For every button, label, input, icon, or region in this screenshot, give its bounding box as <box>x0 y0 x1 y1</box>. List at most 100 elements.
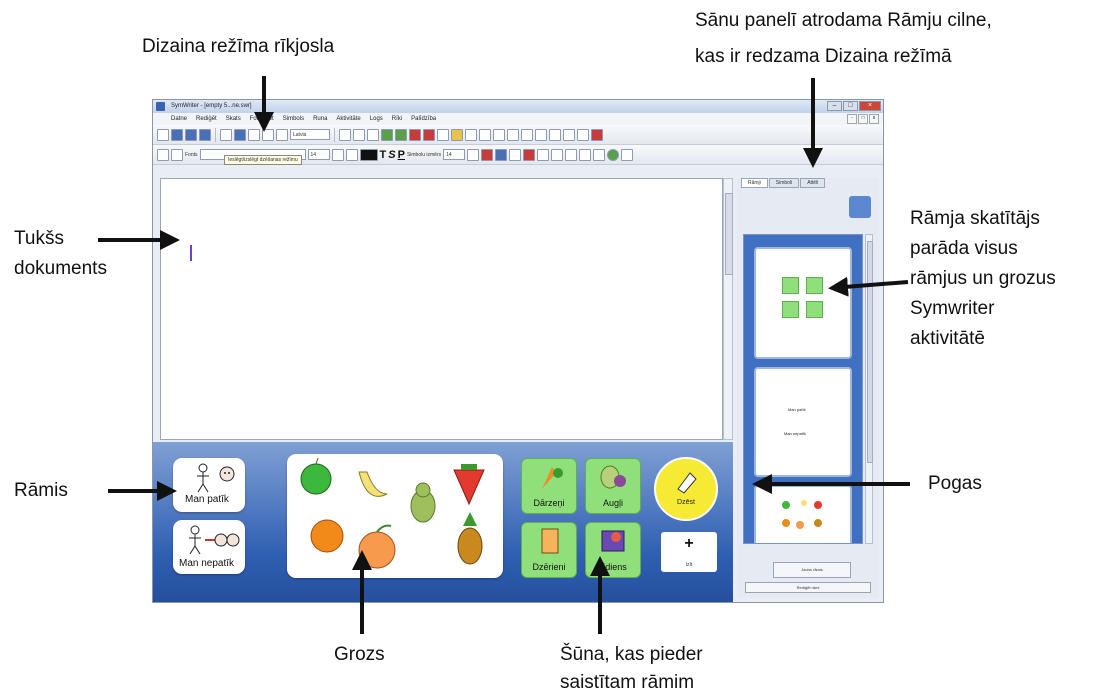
align-right-icon[interactable] <box>367 128 379 141</box>
window-title: SymWriter - [empty 5...ne.swr] <box>171 103 252 109</box>
drinks-icon <box>541 528 559 554</box>
font-size-combo[interactable]: 14 <box>307 149 330 160</box>
cell-icon[interactable] <box>437 128 449 141</box>
split-icon[interactable] <box>521 128 533 141</box>
frame-add-icon[interactable] <box>423 128 435 141</box>
layout-icon[interactable] <box>563 128 575 141</box>
save-icon[interactable] <box>185 128 197 141</box>
properties-icon[interactable] <box>535 128 547 141</box>
undo-icon[interactable] <box>262 128 274 141</box>
underline-icon[interactable]: P <box>398 149 405 161</box>
text-height-icon[interactable] <box>345 148 358 161</box>
copy-icon[interactable] <box>234 128 246 141</box>
print-icon[interactable] <box>199 128 211 141</box>
add-button[interactable]: + Izīt <box>661 532 717 572</box>
menu-activity[interactable]: Aktivitāte <box>336 113 360 125</box>
frame-thumbnail-grid[interactable] <box>754 485 852 543</box>
food-button[interactable]: Ēdiens <box>585 522 641 578</box>
symbol-picture-icon[interactable] <box>495 148 508 161</box>
symbol-color-icon[interactable] <box>523 148 536 161</box>
delete-round-button[interactable]: Dzēst <box>654 457 718 521</box>
menu-edit[interactable]: Rediģēt <box>196 113 217 125</box>
picture-icon[interactable] <box>381 128 393 141</box>
back-arrow-icon[interactable] <box>579 148 592 161</box>
page-icon[interactable] <box>593 148 606 161</box>
new-frame-button[interactable]: Jauns rāmis <box>773 562 851 578</box>
vegetables-button[interactable]: Dārzeņi <box>521 458 577 514</box>
tab-stop-icon[interactable] <box>565 148 578 161</box>
doc-close-icon[interactable]: x <box>869 114 879 124</box>
tab-frames[interactable]: Rāmji <box>741 178 768 188</box>
table-icon[interactable] <box>465 128 477 141</box>
fruits-button[interactable]: Augļi <box>585 458 641 514</box>
delete-round-button-label: Dzēst <box>677 499 695 506</box>
frame-viewer-scrollbar[interactable] <box>865 234 873 544</box>
symbol-person-icon[interactable] <box>537 148 550 161</box>
frame-thumbnail-phrases[interactable]: Man patīk Man nepatīk <box>754 367 852 477</box>
align-left-icon[interactable] <box>339 128 351 141</box>
tab-images[interactable]: Attēli <box>800 178 826 188</box>
doc-restore-icon[interactable]: □ <box>858 114 868 124</box>
frame-viewer: Man patīk Man nepatīk <box>743 234 863 544</box>
menu-symbol[interactable]: Simbols <box>283 113 304 125</box>
doc-minimize-icon[interactable]: - <box>847 114 857 124</box>
menu-window[interactable]: Logs <box>370 113 383 125</box>
cut-icon[interactable] <box>220 128 232 141</box>
cell-annotation-line2: saistītam rāmim <box>560 672 695 693</box>
insert-column-icon[interactable] <box>493 128 505 141</box>
symbol-grow-icon[interactable] <box>467 148 480 161</box>
link-icon[interactable] <box>549 128 561 141</box>
paste-icon[interactable] <box>248 128 260 141</box>
symbol-swap-icon[interactable] <box>509 148 522 161</box>
cursor-icon[interactable] <box>621 148 634 161</box>
menu-speech[interactable]: Runa <box>313 113 327 125</box>
eraser-icon <box>677 472 697 494</box>
merge-icon[interactable] <box>507 128 519 141</box>
menu-file[interactable]: Datne <box>171 113 187 125</box>
drinks-button-label: Dzērieni <box>532 562 566 572</box>
style-combo[interactable]: Latvia <box>290 129 330 140</box>
play-icon[interactable] <box>607 148 620 161</box>
maximize-icon[interactable]: □ <box>843 101 858 111</box>
document-scrollbar[interactable] <box>723 178 733 440</box>
italic-icon[interactable]: S <box>388 149 395 161</box>
menu-format[interactable]: Formatēt <box>250 113 274 125</box>
symbol-face-icon[interactable] <box>551 148 564 161</box>
menu-tools[interactable]: Rīki <box>392 113 402 125</box>
fruit-grid <box>300 457 485 569</box>
frame-thumbnail-buttons[interactable] <box>754 247 852 359</box>
redo-icon[interactable] <box>276 128 288 141</box>
food-icon <box>601 530 625 552</box>
frame-download-icon[interactable] <box>849 196 871 218</box>
wordlist-icon[interactable] <box>451 128 463 141</box>
menu-view[interactable]: Skats <box>226 113 241 125</box>
close-icon[interactable]: × <box>859 101 881 111</box>
font-grow-icon[interactable] <box>331 148 344 161</box>
bold-icon[interactable]: T <box>380 149 387 161</box>
menu-help[interactable]: Palīdzība <box>411 113 436 125</box>
symbol-size-combo[interactable]: 14 <box>443 149 466 160</box>
edit-frame-button[interactable]: Rediģēt rāmi <box>745 582 871 593</box>
open-icon[interactable] <box>171 128 183 141</box>
pen-icon[interactable] <box>157 148 169 161</box>
grid-icon[interactable] <box>395 128 407 141</box>
design-mode-icon[interactable] <box>591 128 603 141</box>
grid-card <box>287 454 503 578</box>
minimize-icon[interactable]: – <box>827 101 842 111</box>
frame-viewer-annotation-line5: aktivitātē <box>910 328 985 349</box>
frame-icon[interactable] <box>409 128 421 141</box>
empty-document-annotation-line1: Tukšs <box>14 228 64 249</box>
phrase-card-dislike[interactable]: Man nepatīk <box>173 520 245 574</box>
highlighter-icon[interactable] <box>171 148 183 161</box>
new-document-icon[interactable] <box>157 128 169 141</box>
insert-row-icon[interactable] <box>479 128 491 141</box>
drinks-button[interactable]: Dzērieni <box>521 522 577 578</box>
color-swatch-icon[interactable] <box>359 148 378 161</box>
menu-bar: Datne Rediģēt Skats Formatēt Simbols Run… <box>153 113 883 125</box>
document-area[interactable] <box>160 178 723 440</box>
align-center-icon[interactable] <box>353 128 365 141</box>
phrase-card-like[interactable]: Man patīk <box>173 458 245 512</box>
tab-symbols[interactable]: Simboli <box>768 178 800 188</box>
zoom-icon[interactable] <box>577 128 589 141</box>
symbol-flag-icon[interactable] <box>481 148 494 161</box>
